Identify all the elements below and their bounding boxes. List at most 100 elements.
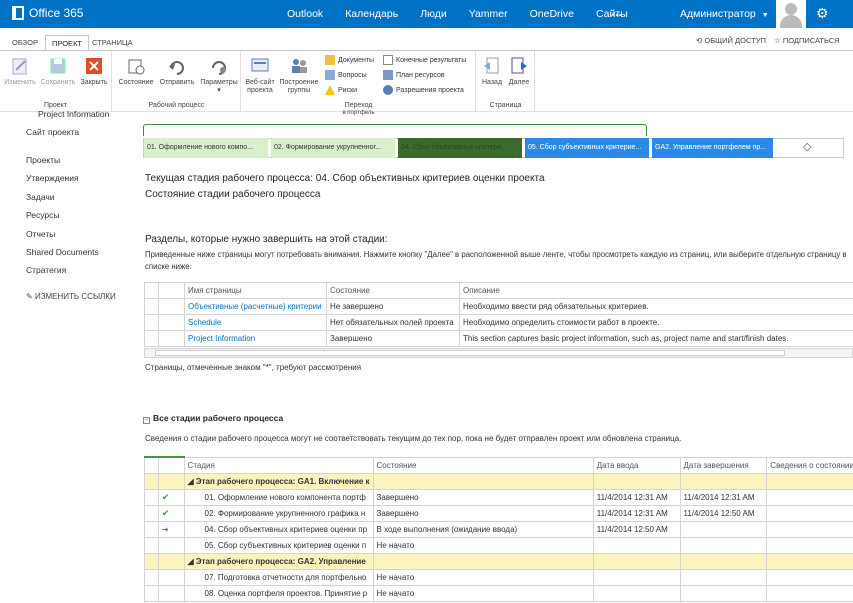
col-date-in[interactable]: Дата ввода [592, 456, 681, 474]
nav-yammer[interactable]: Yammer [469, 0, 508, 28]
table-row: 05. Сбор субъективных критериев оценки п… [144, 536, 853, 554]
avatar[interactable] [776, 0, 806, 28]
all-stages-header[interactable]: − Все стадии рабочего процесса [143, 413, 283, 424]
close-button[interactable]: Закрыть [78, 55, 110, 87]
deliverables-link[interactable]: Конечные результаты [383, 54, 466, 66]
scroll-thumb[interactable] [155, 350, 785, 356]
col-state[interactable]: Состояние [326, 282, 460, 299]
col-page-name[interactable]: Имя страницы [184, 282, 327, 299]
page-link[interactable]: Project Information [184, 330, 327, 347]
edit-button[interactable]: Изменить [4, 55, 36, 87]
resource-plan-link[interactable]: План ресурсов [383, 69, 445, 81]
phase-bracket [143, 124, 647, 136]
back-button[interactable]: Назад [479, 55, 505, 87]
page-link[interactable]: Schedule [184, 314, 327, 331]
folder-icon [325, 55, 335, 65]
office-icon [12, 6, 24, 20]
stage-02[interactable]: 02. Формирование укрупненног... [271, 138, 395, 158]
nav-project-site[interactable]: Сайт проекта [26, 127, 79, 137]
follow-button[interactable]: ☆ ПОДПИСАТЬСЯ [774, 36, 840, 45]
stage-ga2[interactable]: GA2. Управление портфелем пр... [652, 138, 773, 158]
table-row: ➜ 04. Сбор объективных критериев оценки п… [144, 520, 853, 538]
team-icon [288, 55, 310, 77]
collapse-icon[interactable]: ◢ [188, 557, 196, 566]
save-button[interactable]: Сохранить [40, 55, 76, 87]
nav-approvals[interactable]: Утверждения [26, 173, 79, 183]
star-icon: ☆ [774, 36, 783, 45]
permissions-icon [383, 85, 393, 95]
user-menu[interactable]: Администратор ▼ [680, 0, 769, 30]
nav-project-information[interactable]: Project Information [38, 109, 109, 119]
tab-project[interactable]: ПРОЕКТ [45, 35, 90, 50]
office365-logo[interactable]: Office 365 [12, 6, 83, 20]
next-arrow-icon [508, 55, 530, 77]
sections-title: Разделы, которые нужно завершить на этой… [145, 234, 388, 245]
share-button[interactable]: ⟲ ОБЩИЙ ДОСТУП [696, 36, 766, 45]
risks-link[interactable]: Риски [325, 84, 357, 96]
group-project-label: Проект [43, 102, 68, 109]
table-row: 07. Подготовка отчетности для портфельно… [144, 568, 853, 586]
gear-icon[interactable]: ⚙ [816, 5, 829, 22]
current-arrow-icon: ➜ [157, 520, 185, 538]
tab-overview[interactable]: ОБЗОР [6, 35, 44, 50]
nav-outlook[interactable]: Outlook [287, 0, 323, 28]
table-row: 08. Оценка портфеля проектов. Принятие р… [144, 584, 853, 602]
submit-button[interactable]: Отправить [157, 55, 197, 87]
deliverables-icon [383, 55, 393, 65]
status-icon [125, 55, 147, 77]
table-row: Объективные (расчетные) критерии Не завер… [144, 298, 853, 315]
tab-page[interactable]: СТРАНИЦА [86, 35, 139, 50]
col-description[interactable]: Описание [459, 282, 853, 299]
collapse-icon[interactable]: ◢ [188, 477, 196, 486]
resource-plan-icon [383, 70, 393, 80]
chevron-down-icon: ▾ [217, 87, 221, 94]
phase-row: ◢ Этап рабочего процесса: GA2. Управлени… [144, 552, 853, 570]
col-stage-state[interactable]: Состояние [372, 456, 594, 474]
all-stages-note: Сведения о стадии рабочего процесса могу… [145, 434, 682, 443]
review-note: Страницы, отмеченные знаком "*", требуют… [145, 363, 362, 372]
page-link[interactable]: Объективные (расчетные) критерии [184, 298, 327, 315]
nav-calendar[interactable]: Календарь [345, 0, 398, 28]
ribbon: Изменить Сохранить Закрыть Проект Состоя… [0, 50, 853, 116]
expand-stages-icon[interactable]: ◇ [803, 140, 811, 153]
edit-links-button[interactable]: ✎ ИЗМЕНИТЬ ССЫЛКИ [26, 292, 116, 301]
table-row: ✔ 01. Оформление нового компонента портф З… [144, 488, 853, 506]
nav-projects[interactable]: Проекты [26, 155, 60, 165]
stage-01[interactable]: 01. Оформление нового компо... [144, 138, 268, 158]
nav-reports[interactable]: Отчеты [26, 229, 55, 239]
stage-05[interactable]: 05. Сбор субъективных критерие... [525, 138, 649, 158]
nav-people[interactable]: Люди [420, 0, 447, 28]
horizontal-scrollbar[interactable] [144, 348, 853, 358]
nav-onedrive[interactable]: OneDrive [530, 0, 574, 28]
collapse-icon[interactable]: − [143, 417, 150, 424]
issues-icon [325, 70, 335, 80]
back-arrow-icon [481, 55, 503, 77]
user-name: Администратор [680, 8, 756, 20]
nav-tasks[interactable]: Задачи [26, 192, 55, 202]
save-icon [47, 55, 69, 77]
suite-nav: Outlook Календарь Люди Yammer OneDrive С… [287, 0, 650, 28]
issues-link[interactable]: Вопросы [325, 69, 367, 81]
project-site-button[interactable]: Веб-сайт проекта [242, 55, 278, 95]
stage-04[interactable]: 04. Сбор объективных критери... [398, 138, 522, 158]
nav-resources[interactable]: Ресурсы [26, 210, 60, 220]
next-button[interactable]: Далее [506, 55, 532, 87]
col-stage[interactable]: Стадия [183, 456, 374, 474]
permissions-link[interactable]: Разрешения проекта [383, 84, 464, 96]
col-date-out[interactable]: Дата завершения [679, 456, 768, 474]
phase-row: ◢ Этап рабочего процесса: GA1. Включение… [144, 472, 853, 490]
stage-progress: 01. Оформление нового компо... 02. Форми… [143, 124, 844, 160]
build-team-button[interactable]: Построение группы [278, 55, 320, 95]
current-stage-title: Текущая стадия рабочего процесса: 04. Сб… [145, 173, 545, 184]
portfolio-link[interactable]: в портфель [242, 110, 475, 116]
documents-link[interactable]: Документы [325, 54, 374, 66]
status-button[interactable]: Состояние [117, 55, 155, 87]
nav-strategy[interactable]: Стратегия [26, 265, 66, 275]
options-button[interactable]: Параметры ▾ [199, 55, 239, 95]
close-icon [83, 55, 105, 77]
nav-shared-documents[interactable]: Shared Documents [26, 247, 99, 257]
col-state-details[interactable]: Сведения о состоянии [766, 456, 853, 474]
more-apps-button[interactable]: ... [612, 5, 622, 19]
check-icon: ✔ [157, 488, 185, 506]
group-navigate-label: Переход [344, 102, 373, 109]
